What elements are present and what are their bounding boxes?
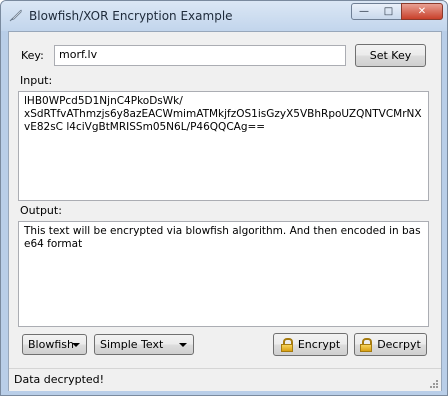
input-textarea[interactable]: lHB0WPcd5D1NjnC4PkoDsWk/ xSdRTfvAThmzjs6… [18,91,429,201]
output-textarea[interactable]: This text will be encrypted via blowfish… [18,221,429,327]
decrypt-label: Decrpyt [377,338,421,351]
key-input[interactable]: morf.lv [54,45,346,66]
output-label: Output: [20,204,62,217]
algorithm-select[interactable]: Blowfish [22,334,87,355]
key-label: Key: [21,49,44,62]
encrypt-button[interactable]: Encrypt [273,333,348,356]
close-icon: ✕ [417,6,427,17]
decrypt-button[interactable]: Decrpyt [354,333,427,356]
minimize-icon: — [359,6,369,17]
format-select-value: Simple Text [100,338,164,351]
input-label: Input: [20,74,53,87]
close-button[interactable]: ✕ [401,3,443,20]
algorithm-select-value: Blowfish [28,338,74,351]
set-key-button[interactable]: Set Key [355,44,426,67]
chevron-down-icon [179,343,187,347]
status-bar: Data decrypted! [9,368,441,391]
lock-icon [280,337,293,352]
minimize-button[interactable]: — [351,3,377,20]
maximize-button[interactable]: □ [376,3,402,20]
set-key-label: Set Key [369,49,412,62]
format-select[interactable]: Simple Text [94,334,194,355]
lock-icon [360,337,373,352]
status-text: Data decrypted! [14,373,105,386]
encrypt-label: Encrypt [297,338,341,351]
resize-grip-icon[interactable] [429,379,439,389]
feather-icon [9,9,22,22]
app-window: Blowfish/XOR Encryption Example — □ ✕ Ke… [0,0,448,396]
maximize-icon: □ [383,6,394,17]
window-title: Blowfish/XOR Encryption Example [29,9,233,23]
chevron-down-icon [72,343,80,347]
title-bar[interactable]: Blowfish/XOR Encryption Example — □ ✕ [1,1,447,31]
client-area: Key: morf.lv Set Key Input: lHB0WPcd5D1N… [8,31,442,391]
